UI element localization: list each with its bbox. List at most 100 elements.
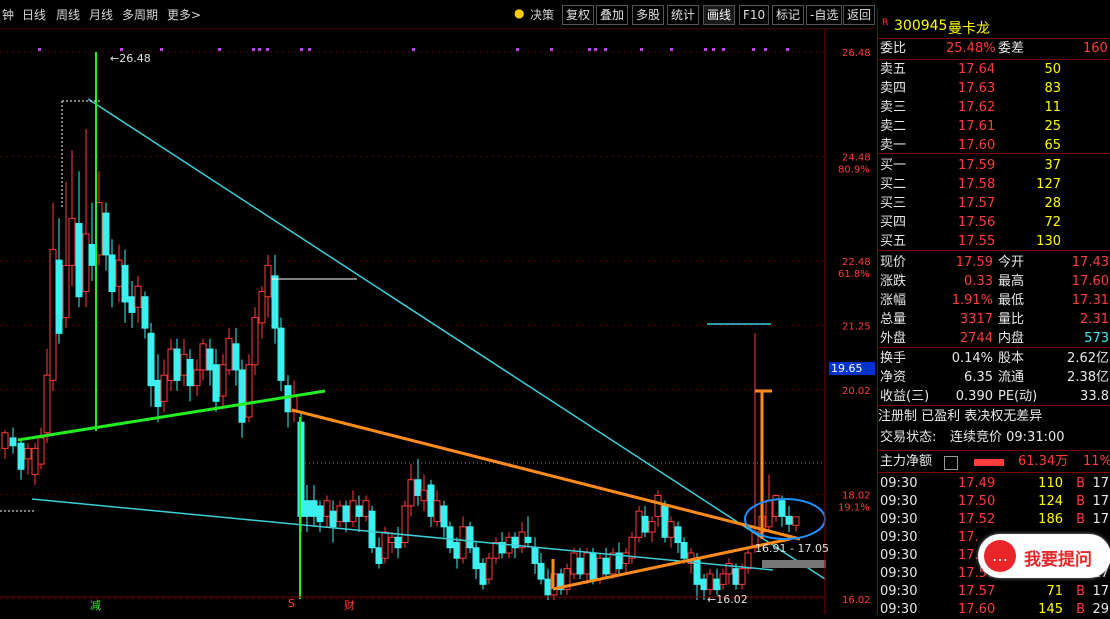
candle-body xyxy=(785,515,793,525)
candle-body xyxy=(375,547,383,564)
candle-body xyxy=(414,479,422,496)
candle-body xyxy=(622,552,630,564)
f10-button[interactable]: F10 xyxy=(739,5,770,25)
candle-body xyxy=(394,536,402,549)
candle-body xyxy=(271,275,279,329)
candle-body xyxy=(368,510,376,549)
candle-body xyxy=(602,557,610,575)
candle-body xyxy=(9,437,17,447)
candle-body xyxy=(186,358,194,387)
candle-body xyxy=(661,505,669,538)
candle-body xyxy=(706,573,714,591)
mark-button[interactable]: 标记 xyxy=(772,5,805,25)
period-daily[interactable]: 日线 xyxy=(22,6,46,23)
event-marker xyxy=(704,48,707,51)
candle-body xyxy=(24,447,32,460)
event-marker xyxy=(550,48,553,51)
candle-body xyxy=(388,536,396,544)
range-box xyxy=(762,560,826,568)
flow-icon[interactable] xyxy=(944,456,958,470)
candle-body xyxy=(232,343,240,371)
event-marker xyxy=(594,48,597,51)
adjust-button[interactable]: 复权 xyxy=(562,5,595,25)
candle-body xyxy=(596,557,604,580)
candle-body xyxy=(180,353,188,376)
price-tick-label: 18.02 xyxy=(842,490,871,501)
trend-line-green xyxy=(17,389,326,442)
candle-body xyxy=(68,217,76,266)
period-weekly[interactable]: 周线 xyxy=(56,6,80,23)
candle-body xyxy=(667,521,675,538)
candle-body xyxy=(154,379,162,408)
event-marker xyxy=(764,48,767,51)
event-marker xyxy=(752,48,755,51)
decision-button[interactable]: 决策 xyxy=(530,6,554,23)
candle-body xyxy=(310,500,318,517)
multi-stock-button[interactable]: 多股 xyxy=(632,5,665,25)
candle-body xyxy=(362,500,370,517)
event-marker xyxy=(120,48,123,51)
lightbulb-icon: ● xyxy=(514,6,525,20)
candle-body xyxy=(199,343,207,371)
add-watchlist-button[interactable]: -自选 xyxy=(806,5,843,25)
chart-toolbar: 钟 日线 周线 月线 多周期 更多> ● 决策 复权 叠加 多股 统计 画线 F… xyxy=(0,0,876,29)
event-marker xyxy=(252,48,255,51)
event-marker xyxy=(712,48,715,51)
candle-body xyxy=(49,249,57,381)
marker-finance: 财 xyxy=(344,599,355,612)
period-multi[interactable]: 多周期 xyxy=(122,6,158,23)
period-minute[interactable]: 钟 xyxy=(2,6,14,23)
candle-body xyxy=(264,264,272,298)
stats-button[interactable]: 统计 xyxy=(667,5,700,25)
candle-body xyxy=(641,515,649,533)
ask-level-row: 卖五 17.64 50 xyxy=(880,62,1061,77)
candle-body xyxy=(719,573,727,585)
bid-level-row: 买五 17.55 130 xyxy=(880,234,1061,249)
more-menu[interactable]: 更多> xyxy=(167,6,201,23)
candle-body xyxy=(583,552,591,575)
candle-body xyxy=(792,516,800,526)
overlay-button[interactable]: 叠加 xyxy=(596,5,629,25)
event-marker xyxy=(588,48,591,51)
tick-row: 09:30 17.49 110 B 17 xyxy=(880,476,1109,491)
candle-body xyxy=(88,243,96,266)
candle-body xyxy=(219,364,227,397)
ask-question-button[interactable]: … 我要提问 xyxy=(978,534,1110,578)
price-tick-label: 24.48 xyxy=(842,153,871,164)
order-ratio-row: 委比 25.48% 委差 160 xyxy=(880,41,1108,56)
candle-body xyxy=(1,432,9,449)
candle-body xyxy=(472,547,480,570)
candle-body xyxy=(459,526,467,559)
event-marker xyxy=(722,48,725,51)
chat-icon: … xyxy=(984,540,1016,572)
candle-body xyxy=(713,578,721,591)
tick-row: 09:30 17.57 71 B 17 xyxy=(880,584,1109,599)
ask-level-row: 卖二 17.61 25 xyxy=(880,119,1061,134)
ask-level-row: 卖三 17.62 11 xyxy=(880,100,1061,115)
period-monthly[interactable]: 月线 xyxy=(89,6,113,23)
trend-line-orange-top xyxy=(291,408,801,541)
stock-name: 曼卡龙 xyxy=(948,21,990,37)
draw-line-button[interactable]: 画线 xyxy=(703,5,736,25)
event-marker xyxy=(516,48,519,51)
bid-level-row: 买三 17.57 28 xyxy=(880,196,1061,211)
candle-body xyxy=(17,442,25,470)
candle-body xyxy=(744,552,752,570)
candle-body xyxy=(141,296,149,329)
quote-stat-row: 涨幅 1.91% 最低 17.31 xyxy=(880,293,1109,308)
back-button[interactable]: 返回 xyxy=(843,5,876,25)
fundamental-row: 换手 0.14% 股本 2.62亿 xyxy=(880,351,1109,366)
price-axis: 26.48 24.4880.9% 22.4861.8% 21.25 20.02 18.02… xyxy=(0,29,871,614)
candle-body xyxy=(115,259,123,287)
candle-body xyxy=(167,348,175,381)
candle-body xyxy=(440,505,448,528)
candle-body xyxy=(193,369,201,387)
pct-tick-label: 61.8% xyxy=(838,269,870,280)
event-marker xyxy=(640,48,643,51)
event-marker xyxy=(266,48,269,51)
candle-body xyxy=(173,348,181,381)
candlestick-chart[interactable]: 26.48 24.4880.9% 22.4861.8% 21.25 20.02 18.02… xyxy=(0,29,876,614)
candle-body xyxy=(160,374,168,402)
candle-body xyxy=(251,317,259,366)
flow-bar xyxy=(974,459,1004,466)
